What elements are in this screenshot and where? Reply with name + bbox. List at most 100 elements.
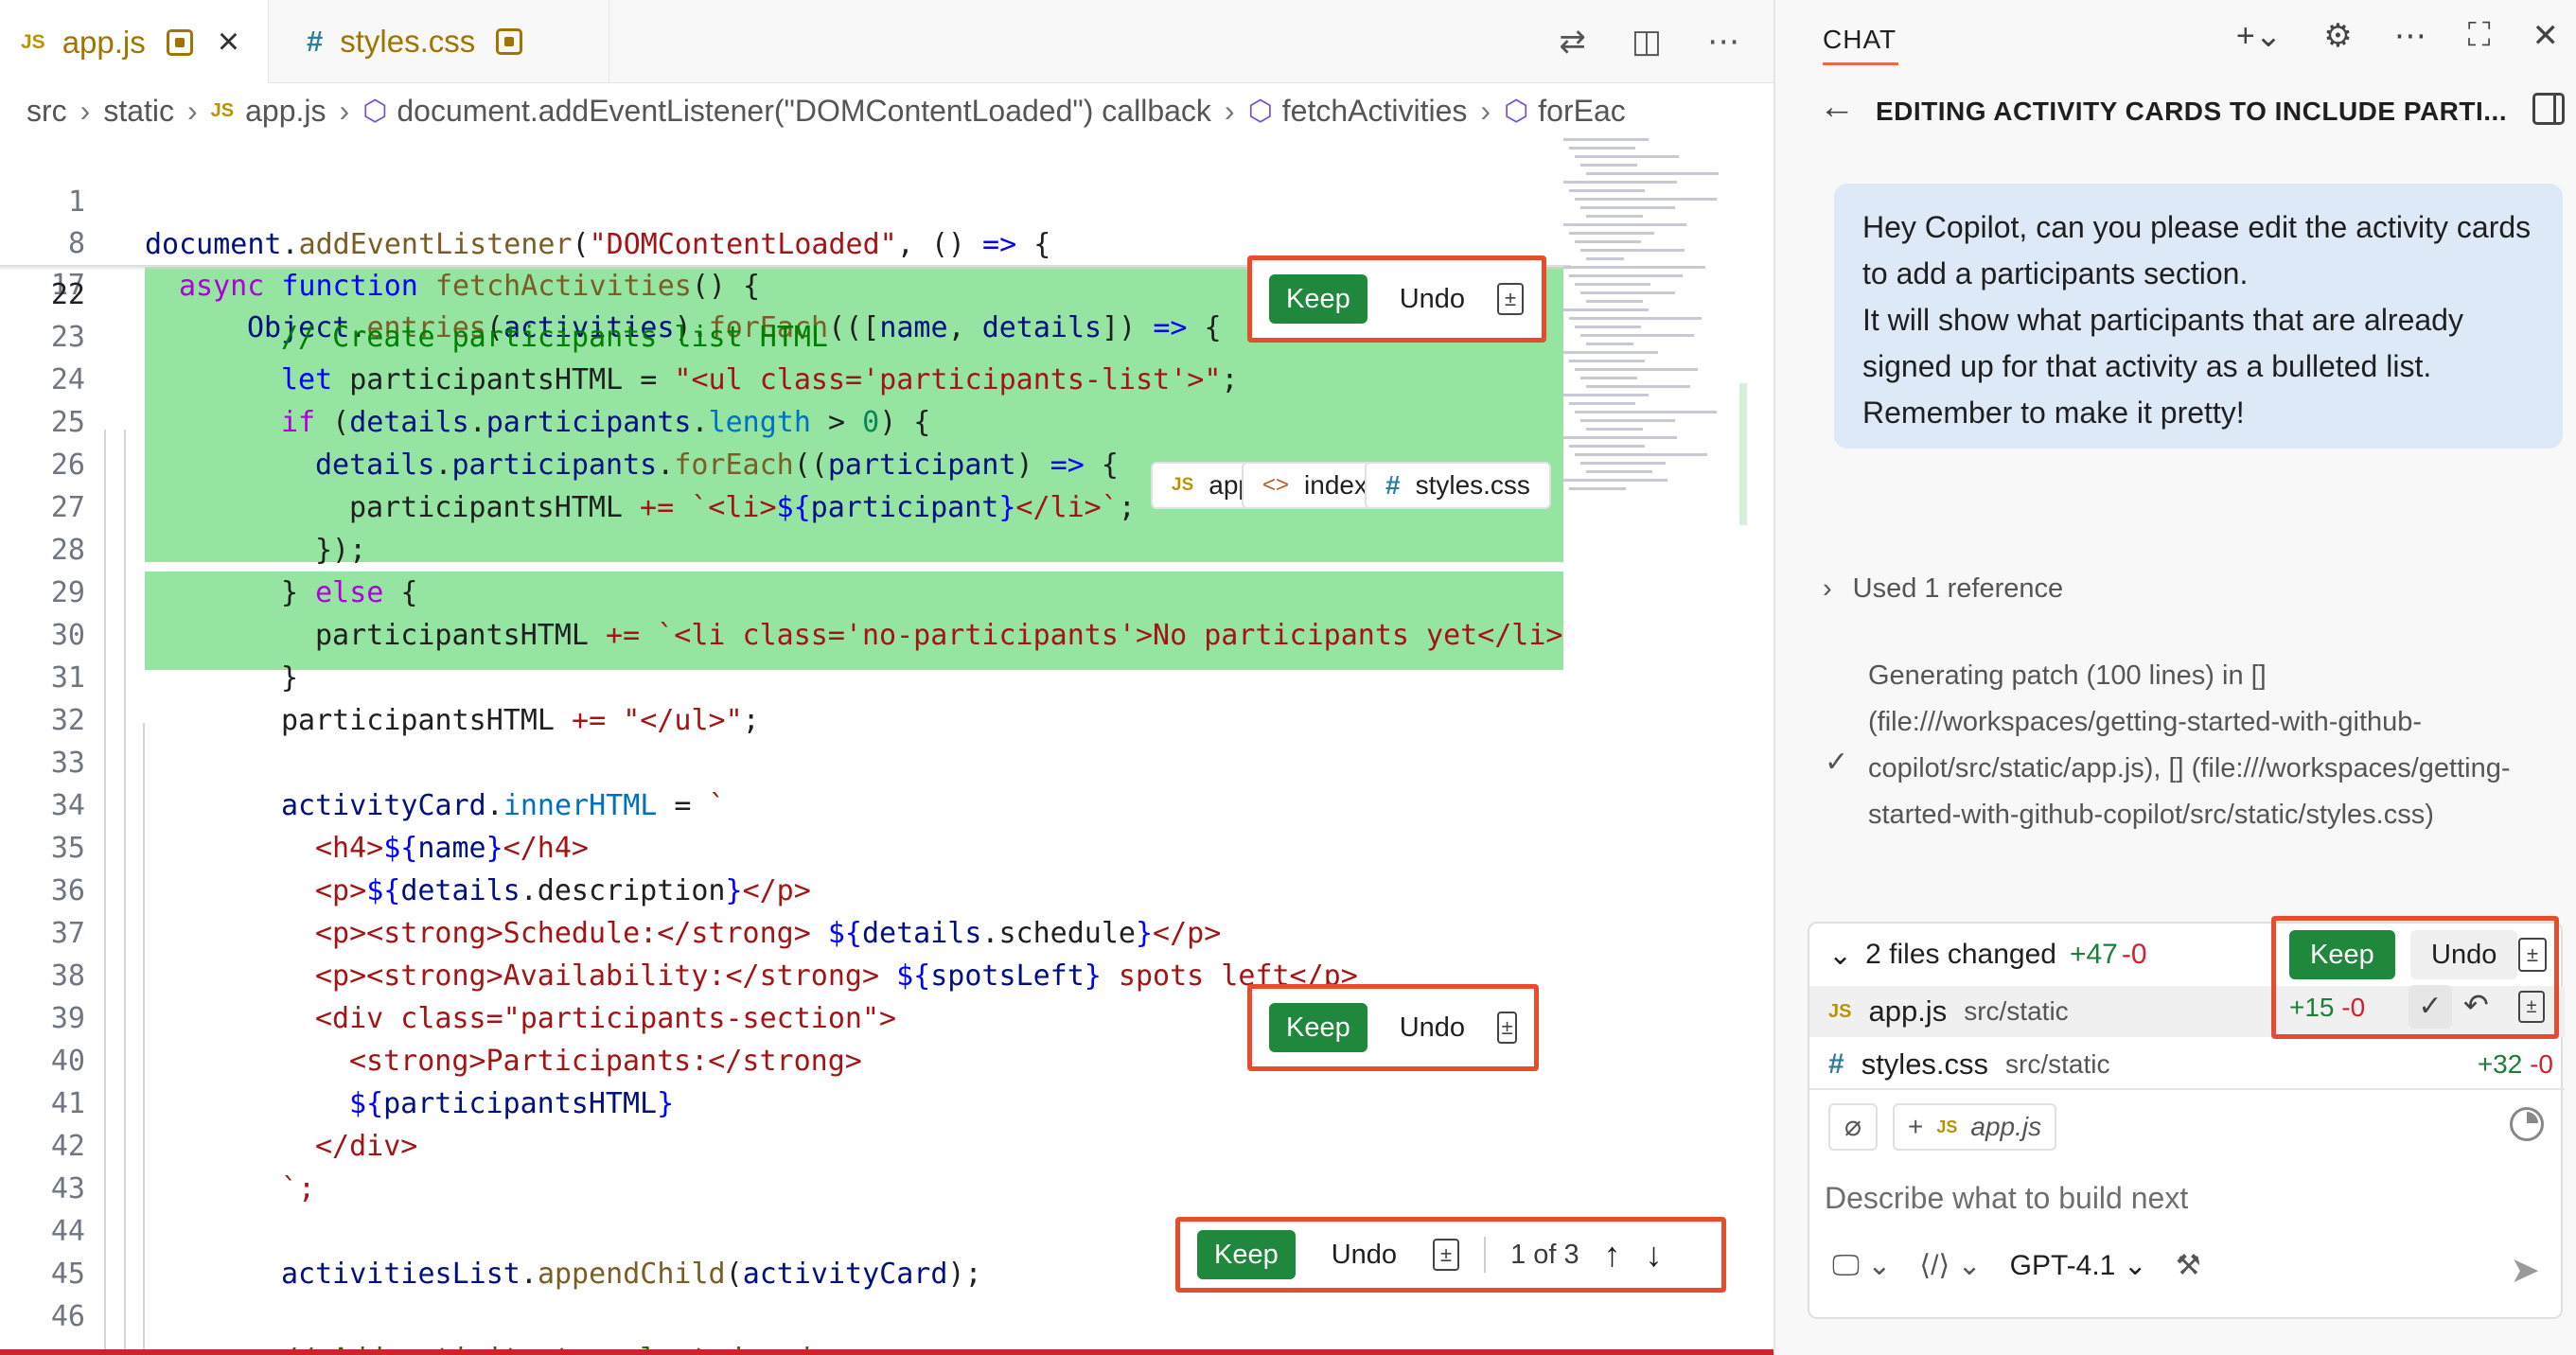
code-line: 25 if (details.participants.length > 0) { (50, 406, 931, 439)
model-picker[interactable]: GPT-4.1 ⌄ (2010, 1249, 2147, 1282)
modified-indicator-icon (166, 28, 193, 56)
minimap-line (1569, 232, 1654, 235)
status-accent-bar (0, 1349, 1773, 1355)
minimap-line (1586, 343, 1633, 345)
breadcrumb-src[interactable]: src (26, 94, 67, 129)
js-file-icon: JS (1172, 475, 1194, 495)
chat-input-toolbar: 🖵 ⌄ ⟨/⟩ ⌄ GPT-4.1 ⌄ ⚒ (1832, 1249, 2201, 1282)
js-file-icon: JS (21, 30, 45, 53)
modified-indicator-icon (496, 28, 523, 55)
keep-button[interactable]: Keep (1269, 274, 1367, 324)
arrow-down-icon[interactable]: ↓ (1646, 1235, 1663, 1275)
chat-input-area: ⌀ + JS app.js 🖵 ⌄ ⟨/⟩ ⌄ GPT-4.1 ⌄ ⚒ ➤ (1809, 1088, 2565, 1321)
tab-styles-css[interactable]: # styles.css (269, 0, 609, 83)
close-icon[interactable]: × (218, 21, 239, 63)
chevron-right-icon: › (187, 93, 198, 128)
gear-icon[interactable]: ⚙ (2323, 17, 2352, 55)
minimap-line (1569, 189, 1645, 192)
chat-input[interactable] (1825, 1170, 2544, 1226)
attachment-chip[interactable]: # styles.css (1365, 462, 1551, 509)
file-name: styles.css (1861, 1047, 1989, 1081)
css-file-icon: # (1828, 1048, 1844, 1080)
code-line: 35 <h4>${name}</h4> (50, 832, 589, 865)
paperclip-icon[interactable]: ⌀ (1828, 1103, 1878, 1151)
breadcrumb-trail[interactable]: forEac (1538, 94, 1625, 129)
minimap-line (1575, 240, 1641, 243)
file-path: src/static (1964, 996, 2069, 1026)
keep-all-button[interactable]: Keep (2289, 930, 2395, 979)
tab-bar: JS app.js × # styles.css ⇄ ◫ ⋯ (0, 0, 1773, 84)
minimap-line (1569, 487, 1626, 490)
code-line: 43 `; (50, 1172, 316, 1205)
breadcrumb-static[interactable]: static (103, 94, 174, 129)
chat-title[interactable]: CHAT (1823, 25, 1897, 55)
chevron-down-icon: ⌄ (1828, 939, 1853, 971)
toggle-diff-icon[interactable]: ± (2518, 938, 2547, 972)
compare-changes-icon[interactable]: ⇄ (1559, 23, 1586, 61)
attachment-label: styles.css (1415, 470, 1530, 500)
minimap-line (1580, 249, 1685, 252)
divider (1484, 1237, 1487, 1273)
undo-button[interactable]: Undo (1388, 284, 1476, 315)
arrow-up-icon[interactable]: ↑ (1604, 1235, 1621, 1275)
panel-layout-icon[interactable] (2532, 93, 2565, 125)
toggle-diff-icon[interactable]: ± (1497, 1012, 1517, 1044)
minimap-line (1586, 215, 1643, 218)
minimap-line (1563, 138, 1649, 141)
context-usage-icon[interactable] (2510, 1107, 2544, 1141)
patch-progress-text: Generating patch (100 lines) in [] (file… (1868, 660, 2511, 830)
more-actions-icon[interactable]: ⋯ (1707, 23, 1739, 61)
chat-header: CHAT +⌄ ⚙ ⋯ ⛶ ✕ (1775, 0, 2576, 83)
undo-button[interactable]: Undo (1388, 1012, 1476, 1044)
context-chip-label: app.js (1970, 1112, 2042, 1141)
more-actions-icon[interactable]: ⋯ (2394, 17, 2426, 55)
maximize-icon[interactable]: ⛶ (2468, 17, 2491, 55)
breadcrumb-file[interactable]: app.js (245, 94, 326, 129)
toggle-diff-icon[interactable]: ± (2518, 991, 2545, 1023)
file-diff-stats: +32 -0 (2477, 1049, 2553, 1079)
tab-label: app.js (62, 24, 146, 60)
editor-pane: JS app.js × # styles.css ⇄ ◫ ⋯ src › sta… (0, 0, 1773, 1355)
minimap-line (1580, 462, 1666, 465)
keep-button[interactable]: Keep (1197, 1230, 1296, 1279)
references-toggle[interactable]: › Used 1 reference (1823, 573, 2063, 605)
scrollbar-change-marker[interactable] (1739, 383, 1747, 525)
undo-button[interactable]: Undo (1320, 1240, 1408, 1271)
toggle-diff-icon[interactable]: ± (1433, 1239, 1460, 1271)
new-chat-icon[interactable]: +⌄ (2236, 17, 2282, 55)
arrow-left-icon[interactable]: ← (1819, 87, 1855, 128)
agent-picker[interactable]: ⟨/⟩ ⌄ (1919, 1249, 1981, 1282)
undo-icon[interactable]: ↶ (2463, 987, 2489, 1023)
mode-picker[interactable]: 🖵 ⌄ (1832, 1249, 1891, 1282)
tab-app-js[interactable]: JS app.js × (0, 0, 269, 84)
code-line: 41 ${participantsHTML} (50, 1087, 675, 1120)
minimap-line (1580, 291, 1675, 294)
minimap-line (1586, 385, 1690, 388)
split-editor-icon[interactable]: ◫ (1632, 23, 1662, 61)
minimap-line (1563, 394, 1649, 396)
minimap-line (1586, 257, 1624, 260)
send-icon[interactable]: ➤ (2510, 1249, 2540, 1292)
minimap-line (1575, 368, 1698, 371)
minimap-line (1563, 223, 1686, 226)
minimap-line (1575, 411, 1717, 414)
user-message: Hey Copilot, can you please edit the act… (1834, 184, 2563, 449)
minimap-line (1563, 308, 1649, 311)
breadcrumb-callback[interactable]: document.addEventListener("DOMContentLoa… (397, 94, 1211, 129)
close-icon[interactable]: ✕ (2532, 17, 2560, 55)
code-line: 46 (50, 1300, 85, 1333)
code-line: 36 <p>${details.description}</p> (50, 874, 811, 907)
checkmark-icon[interactable]: ✓ (2408, 985, 2452, 1029)
keep-button[interactable]: Keep (1269, 1003, 1367, 1052)
undo-all-button[interactable]: Undo (2410, 930, 2518, 979)
css-file-icon: # (1385, 470, 1401, 500)
toggle-diff-icon[interactable]: ± (1497, 283, 1525, 315)
tools-icon[interactable]: ⚒ (2176, 1249, 2201, 1282)
plus-icon: + (1908, 1112, 1924, 1141)
breadcrumb-function[interactable]: fetchActivities (1282, 94, 1468, 129)
minimap-line (1575, 283, 1650, 286)
context-chip[interactable]: + JS app.js (1893, 1103, 2057, 1151)
minimap-line (1575, 326, 1641, 328)
minimap[interactable] (1563, 138, 1753, 536)
changed-file-row[interactable]: # styles.css src/static +32 -0 (1809, 1039, 2565, 1090)
